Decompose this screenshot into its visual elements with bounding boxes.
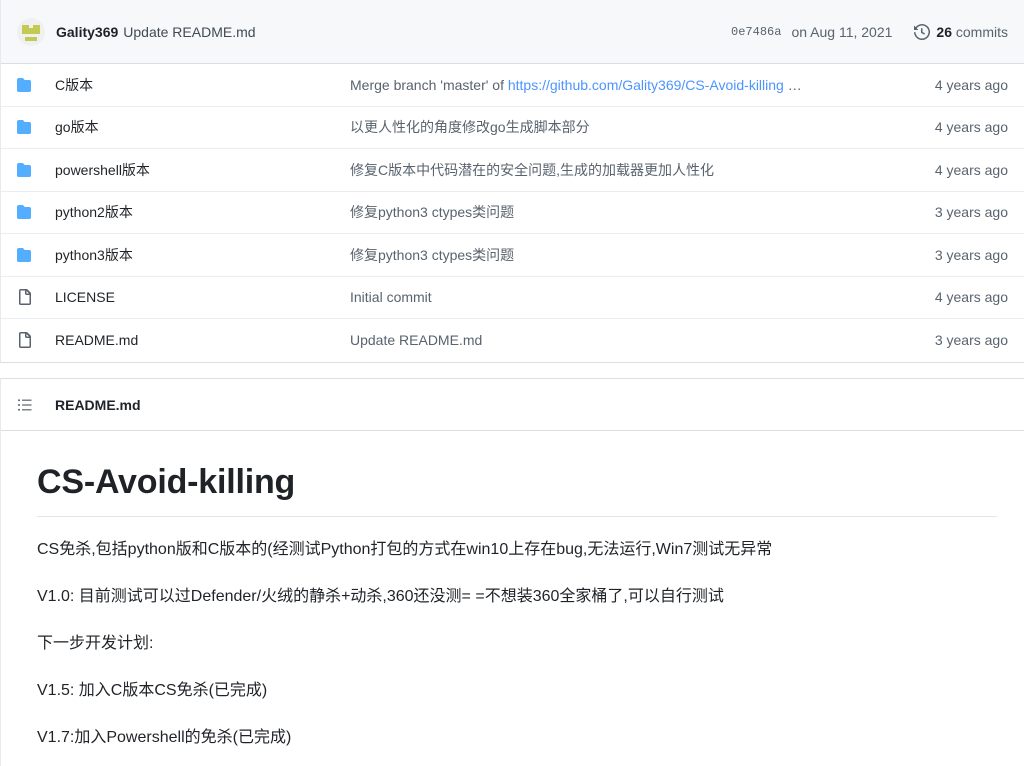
table-row[interactable]: C版本Merge branch 'master' of https://gith… [1,64,1024,107]
commit-message[interactable]: Update README.md [350,332,935,348]
commit-age: 4 years ago [935,119,1008,135]
readme-paragraph: CS免杀,包括python版和C版本的(经测试Python打包的方式在win10… [37,538,996,562]
file-icon [17,289,33,305]
readme-paragraph: V1.5: 加入C版本CS免杀(已完成) [37,679,996,703]
unordered-list-icon[interactable] [17,397,33,413]
readme-heading: CS-Avoid-killing [37,463,996,502]
commit-meta: 0e7486a on Aug 11, 2021 26 commits [731,24,1008,40]
table-row[interactable]: powershell版本修复C版本中代码潜在的安全问题,生成的加载器更加人性化4… [1,149,1024,192]
table-row[interactable]: README.mdUpdate README.md3 years ago [1,319,1024,362]
readme-tab-label[interactable]: README.md [55,397,141,413]
file-name-link[interactable]: python3版本 [55,245,350,265]
commit-age: 3 years ago [935,332,1008,348]
commit-date: on Aug 11, 2021 [791,24,892,40]
file-icon [17,332,33,348]
readme-header: README.md [1,379,1024,431]
file-rows: C版本Merge branch 'master' of https://gith… [1,64,1024,362]
file-name-link[interactable]: powershell版本 [55,160,350,180]
readme-panel: README.md CS-Avoid-killing CS免杀,包括python… [0,378,1024,766]
repository-file-table: Gality369 Update README.md 0e7486a on Au… [0,0,1024,363]
table-row[interactable]: LICENSEInitial commit4 years ago [1,277,1024,320]
commit-message-text: Merge branch 'master' of [350,77,508,93]
commits-number: 26 [936,24,952,40]
folder-icon [17,204,33,220]
file-name-link[interactable]: LICENSE [55,289,350,305]
readme-paragraph-list: CS免杀,包括python版和C版本的(经测试Python打包的方式在win10… [37,538,996,750]
commits-label: commits [956,24,1008,40]
table-row[interactable]: go版本以更人性化的角度修改go生成脚本部分4 years ago [1,107,1024,150]
commits-count[interactable]: 26 commits [936,24,1008,40]
commit-message[interactable]: Merge branch 'master' of https://github.… [350,77,935,93]
file-name-link[interactable]: README.md [55,332,350,348]
table-row[interactable]: python2版本修复python3 ctypes类问题3 years ago [1,192,1024,235]
readme-paragraph: V1.0: 目前测试可以过Defender/火绒的静杀+动杀,360还没测= =… [37,585,996,609]
latest-commit-bar: Gality369 Update README.md 0e7486a on Au… [1,0,1024,64]
commit-message[interactable]: 修复C版本中代码潜在的安全问题,生成的加载器更加人性化 [350,160,935,180]
avatar[interactable] [17,18,45,46]
folder-icon [17,119,33,135]
folder-icon [17,77,33,93]
commit-message[interactable]: 修复python3 ctypes类问题 [350,245,935,265]
file-name-link[interactable]: python2版本 [55,202,350,222]
commit-age: 4 years ago [935,77,1008,93]
folder-icon [17,247,33,263]
commit-author-link[interactable]: Gality369 [56,24,118,40]
commit-age: 4 years ago [935,289,1008,305]
commit-age: 3 years ago [935,204,1008,220]
commit-message[interactable]: Initial commit [350,289,935,305]
folder-icon [17,162,33,178]
file-name-link[interactable]: go版本 [55,117,350,137]
commit-age: 4 years ago [935,162,1008,178]
latest-commit-message[interactable]: Update README.md [123,24,255,40]
commit-message[interactable]: 修复python3 ctypes类问题 [350,202,935,222]
heading-divider [37,516,997,517]
commit-message[interactable]: 以更人性化的角度修改go生成脚本部分 [350,117,935,137]
table-row[interactable]: python3版本修复python3 ctypes类问题3 years ago [1,234,1024,277]
commit-message-url-link[interactable]: https://github.com/Gality369/CS-Avoid-ki… [508,77,784,93]
history-icon [914,24,930,40]
readme-paragraph: 下一步开发计划: [37,632,996,656]
commit-message-ellipsis: … [784,77,802,93]
readme-paragraph: V1.7:加入Powershell的免杀(已完成) [37,726,996,750]
commit-age: 3 years ago [935,247,1008,263]
readme-content: CS-Avoid-killing CS免杀,包括python版和C版本的(经测试… [1,431,1024,766]
commit-sha[interactable]: 0e7486a [731,25,781,39]
file-name-link[interactable]: C版本 [55,75,350,95]
